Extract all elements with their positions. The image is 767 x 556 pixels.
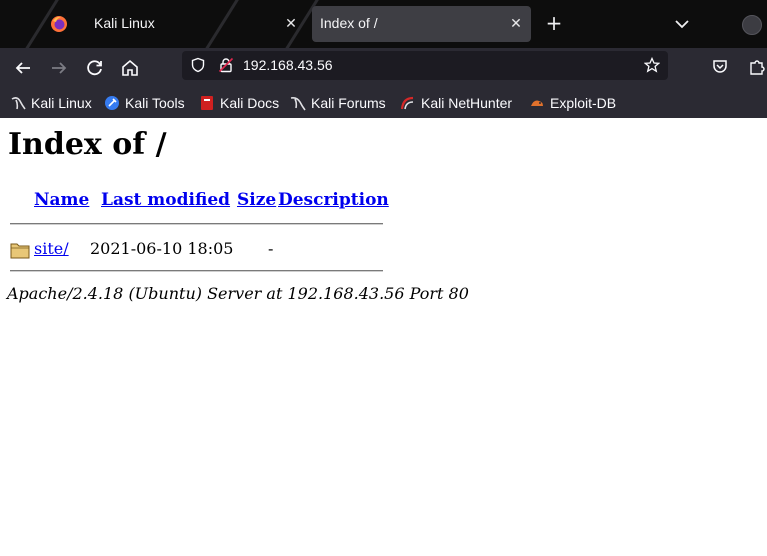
close-tab-icon[interactable]: ✕ bbox=[508, 16, 524, 32]
pocket-icon[interactable] bbox=[711, 58, 729, 76]
bookmark-label: Kali Docs bbox=[220, 95, 280, 111]
insecure-lock-icon[interactable] bbox=[218, 57, 234, 73]
kali-docs-icon bbox=[201, 96, 213, 110]
forward-button[interactable] bbox=[47, 56, 71, 80]
navigation-bar: 192.168.43.56 bbox=[0, 48, 767, 88]
tab-title: Index of / bbox=[320, 15, 378, 31]
back-button[interactable] bbox=[11, 56, 35, 80]
extensions-icon[interactable] bbox=[748, 58, 766, 76]
address-bar[interactable]: 192.168.43.56 bbox=[182, 51, 668, 80]
home-button[interactable] bbox=[118, 56, 142, 80]
folder-icon bbox=[10, 243, 30, 259]
table-divider bbox=[10, 223, 383, 225]
page-heading: Index of / bbox=[8, 127, 167, 162]
account-icon[interactable] bbox=[742, 15, 762, 35]
list-all-tabs-icon[interactable] bbox=[672, 15, 692, 33]
bookmark-kali-nethunter[interactable]: Kali NetHunter bbox=[400, 94, 512, 112]
tab-kali-linux[interactable]: Kali Linux ✕ bbox=[80, 6, 306, 42]
bookmark-label: Exploit-DB bbox=[550, 95, 617, 111]
bookmark-exploit-db[interactable]: Exploit-DB bbox=[529, 94, 616, 112]
bookmark-kali-tools[interactable]: Kali Tools bbox=[104, 94, 185, 112]
bookmark-label: Kali NetHunter bbox=[421, 95, 513, 111]
directory-link-site[interactable]: site/ bbox=[34, 239, 69, 258]
kali-dragon-icon bbox=[11, 97, 26, 110]
sort-by-last-modified-link[interactable]: Last modified bbox=[101, 190, 230, 210]
sort-by-name-link[interactable]: Name bbox=[34, 190, 89, 210]
bookmark-kali-docs[interactable]: Kali Docs bbox=[199, 94, 279, 112]
tab-title: Kali Linux bbox=[94, 15, 155, 31]
bookmark-label: Kali Linux bbox=[31, 95, 92, 111]
sort-by-description-link[interactable]: Description bbox=[278, 190, 389, 210]
page-content: Index of / Name Last modified Size Descr… bbox=[0, 118, 767, 556]
exploit-db-icon bbox=[531, 100, 543, 106]
nethunter-icon bbox=[400, 96, 414, 110]
sort-by-size-link[interactable]: Size bbox=[237, 190, 276, 210]
close-tab-icon[interactable]: ✕ bbox=[283, 16, 299, 32]
url-text[interactable]: 192.168.43.56 bbox=[243, 57, 333, 73]
bookmark-kali-linux[interactable]: Kali Linux bbox=[10, 94, 92, 112]
bookmark-label: Kali Tools bbox=[125, 95, 185, 111]
new-tab-icon[interactable]: + bbox=[544, 13, 564, 33]
size-value: - bbox=[268, 239, 274, 258]
table-divider bbox=[10, 270, 383, 272]
tab-index-of[interactable]: Index of / ✕ bbox=[312, 6, 531, 42]
shield-icon[interactable] bbox=[190, 57, 206, 73]
kali-forums-icon bbox=[290, 97, 306, 111]
firefox-icon bbox=[51, 16, 67, 32]
reload-button[interactable] bbox=[83, 56, 107, 80]
server-signature: Apache/2.4.18 (Ubuntu) Server at 192.168… bbox=[7, 284, 469, 303]
tab-strip: Kali Linux ✕ Index of / ✕ + bbox=[0, 0, 767, 48]
kali-tools-icon bbox=[105, 96, 119, 110]
bookmarks-toolbar: Kali Linux Kali Tools Kali Docs Kali For… bbox=[0, 88, 767, 118]
bookmark-kali-forums[interactable]: Kali Forums bbox=[290, 94, 386, 112]
last-modified-value: 2021-06-10 18:05 bbox=[90, 239, 234, 258]
bookmark-star-icon[interactable] bbox=[644, 57, 660, 73]
bookmark-label: Kali Forums bbox=[311, 95, 386, 111]
